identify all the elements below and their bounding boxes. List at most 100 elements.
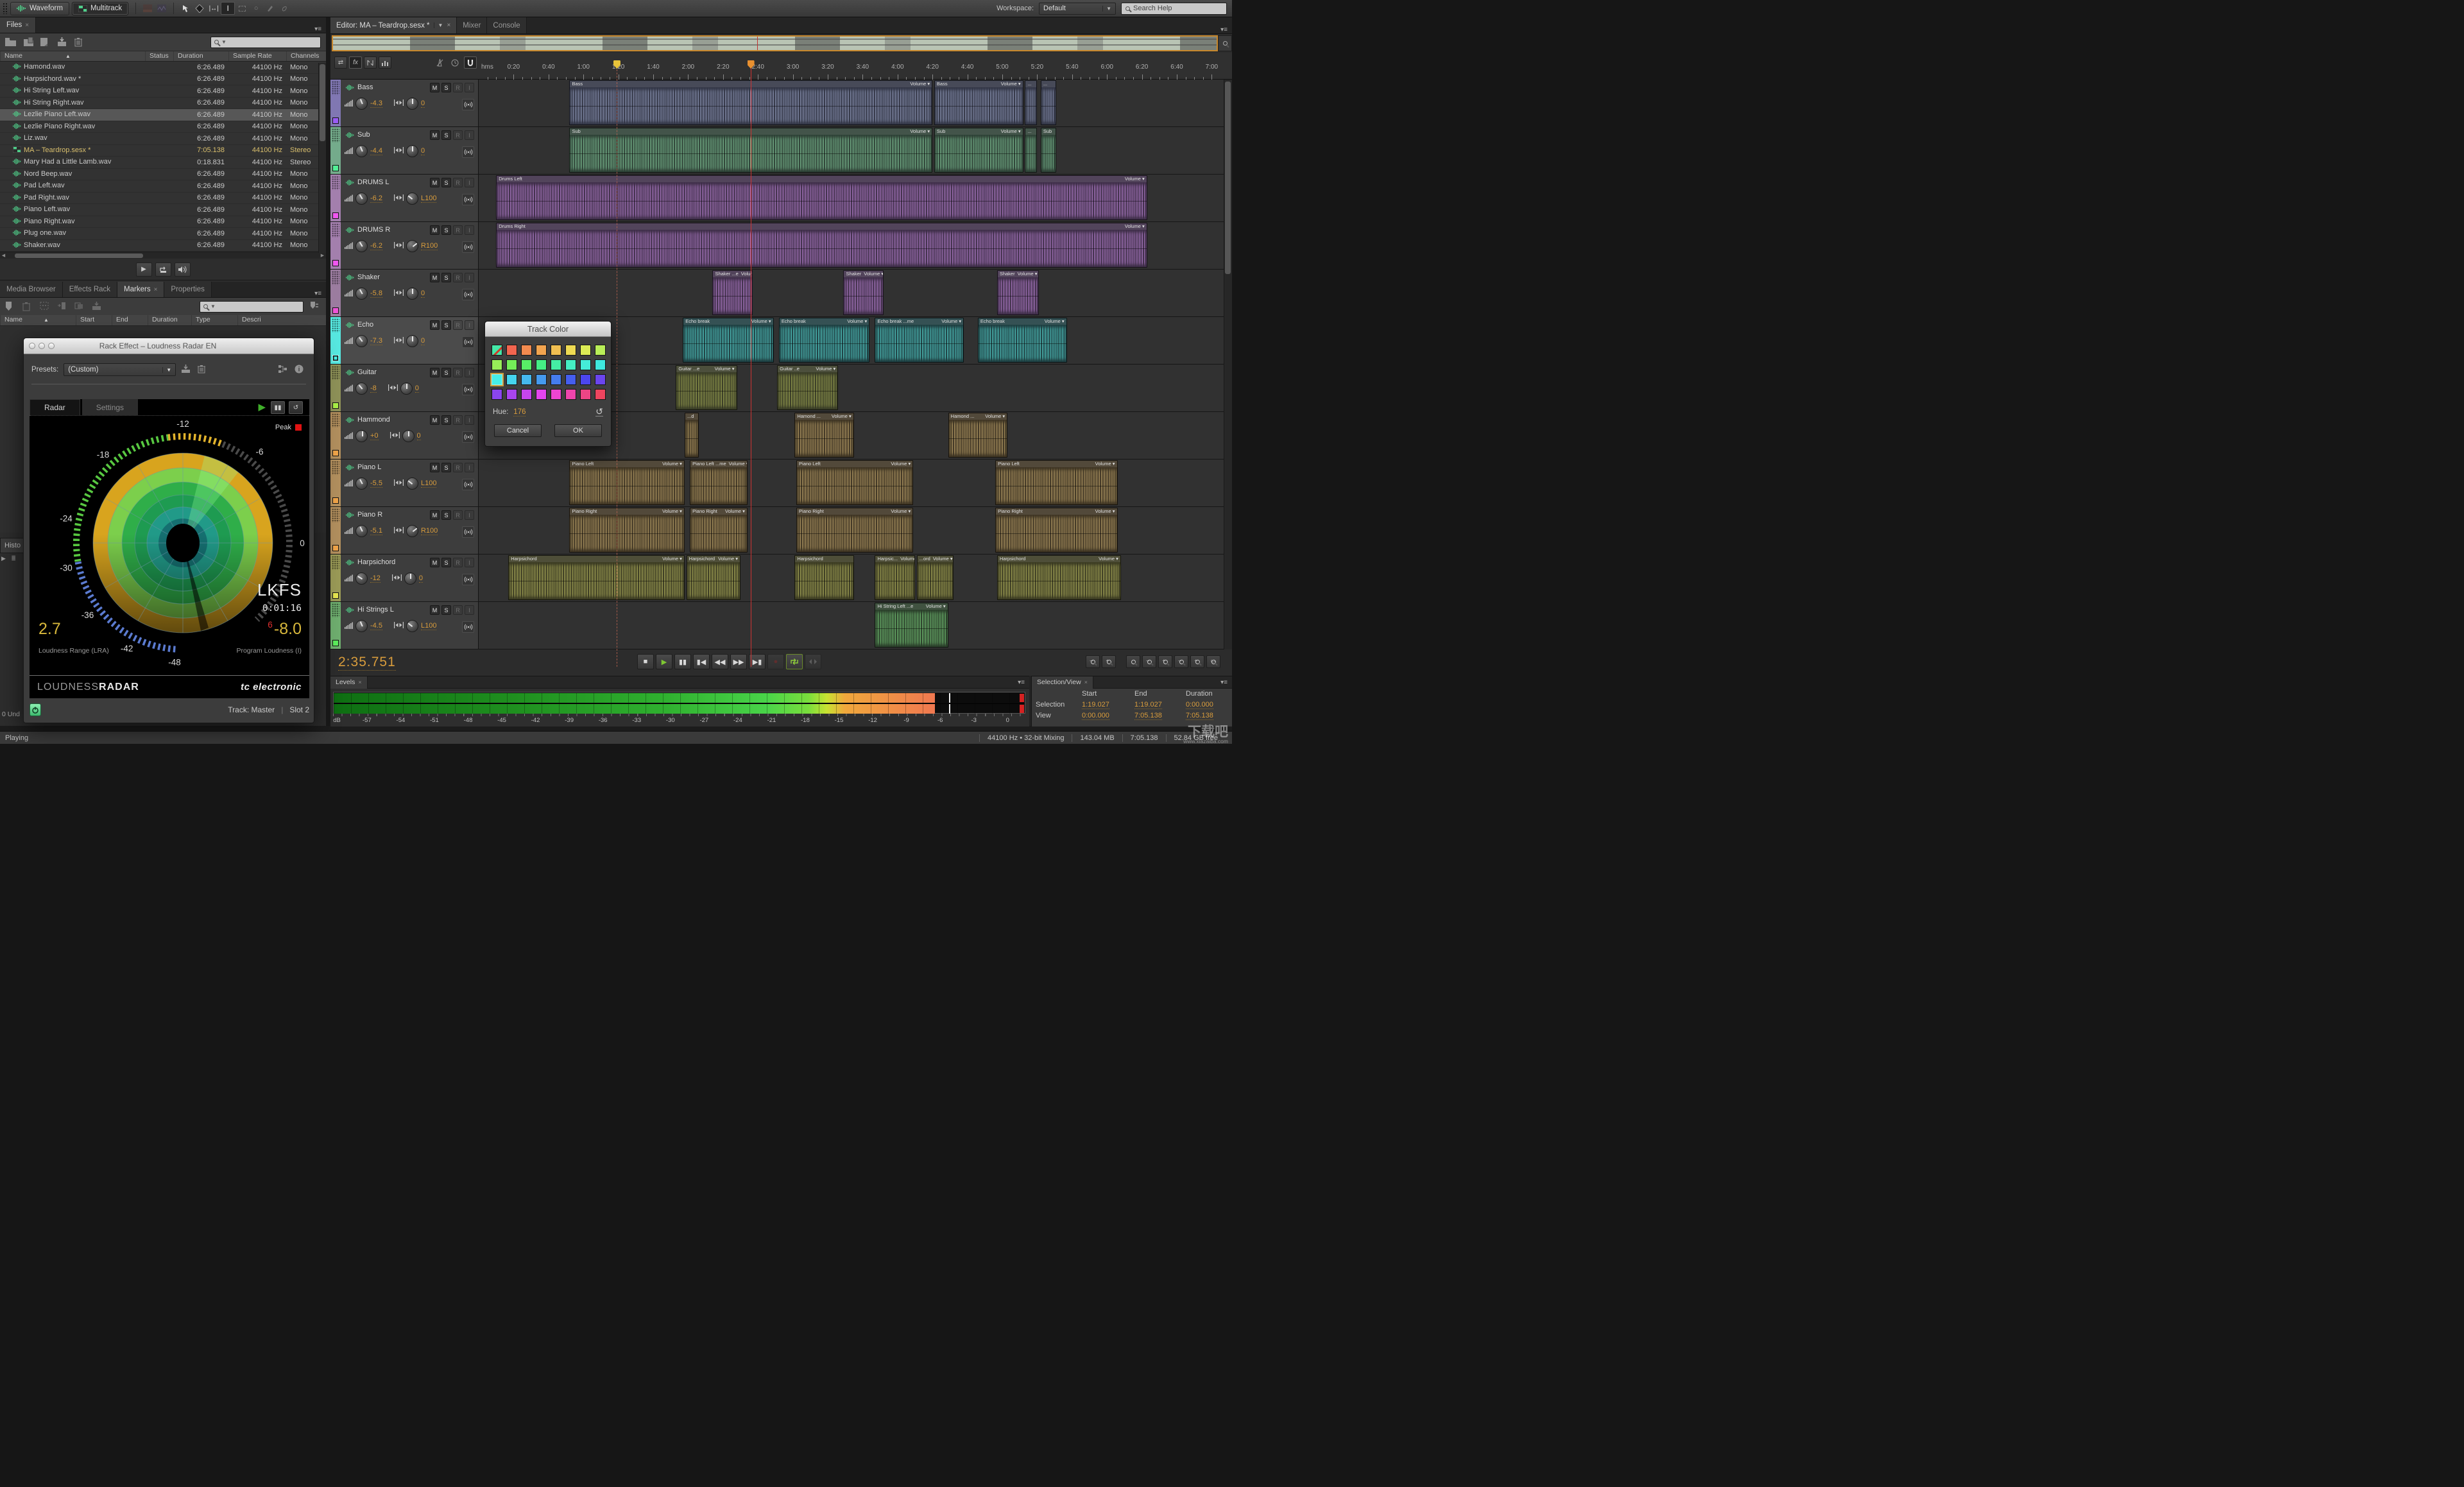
hue-reset-icon[interactable]: ↺ [595, 407, 603, 417]
rack-effect-window[interactable]: Rack Effect – Loudness Radar EN Presets:… [23, 338, 314, 723]
clip-volume-dropdown[interactable]: Volume ▾ [847, 318, 867, 325]
record-button[interactable]: ● [767, 654, 784, 669]
marquee-selection-tool-icon[interactable] [235, 2, 249, 15]
pan-value[interactable]: 0 [420, 337, 425, 345]
audio-clip[interactable]: Sub [1040, 128, 1057, 173]
mute-button[interactable]: M [430, 178, 440, 187]
multitrack-mode-button[interactable]: Multitrack [71, 1, 129, 15]
volume-knob[interactable] [355, 288, 368, 300]
view-end-value[interactable]: 7:05.138 [1134, 712, 1162, 720]
fast-forward-button[interactable]: ▶▶ [730, 654, 747, 669]
pan-value[interactable]: R100 [420, 527, 438, 535]
zoom-out-button[interactable]: – [1086, 655, 1100, 668]
audio-clip[interactable]: Hamond ... Volume ▾ [794, 413, 854, 458]
color-swatch[interactable] [580, 389, 591, 400]
color-swatch[interactable] [536, 374, 547, 385]
lasso-selection-tool-icon[interactable]: ○ [249, 2, 263, 15]
tab-settings[interactable]: Settings [81, 399, 139, 415]
zoom-in-vertical-button[interactable]: + [1190, 655, 1204, 668]
clip-volume-dropdown[interactable]: Volume ▾ [933, 556, 953, 562]
monitor-input-button[interactable]: I [465, 225, 474, 235]
tab-levels[interactable]: Levels × [330, 676, 368, 689]
zoom-in-button[interactable]: + [1102, 655, 1116, 668]
track-color-chip[interactable] [332, 402, 339, 409]
clip-volume-dropdown[interactable]: Volume ▾ [718, 556, 738, 562]
trash-icon[interactable] [74, 37, 86, 47]
file-row[interactable]: Piano Right.wav 6:26.489 44100 Hz Mono [0, 216, 326, 228]
pan-knob[interactable] [406, 98, 418, 110]
slip-tool-icon[interactable] [193, 2, 207, 15]
clip-volume-dropdown[interactable]: Volume ▾ [1045, 318, 1065, 325]
solo-button[interactable]: S [441, 178, 451, 187]
track-drag-grip[interactable] [332, 81, 339, 95]
metronome-icon[interactable] [433, 56, 446, 69]
track-color-strip[interactable] [330, 365, 341, 411]
volume-knob[interactable] [355, 620, 368, 632]
pan-knob[interactable] [406, 288, 418, 300]
mute-button[interactable]: M [430, 273, 440, 282]
pan-knob[interactable] [404, 572, 416, 585]
solo-button[interactable]: S [441, 463, 451, 472]
file-row[interactable]: Nord Beep.wav 6:26.489 44100 Hz Mono [0, 168, 326, 180]
pan-value[interactable]: 0 [415, 384, 419, 393]
arm-record-button[interactable]: R [453, 320, 463, 330]
view-start-value[interactable]: 0:00.000 [1082, 712, 1109, 720]
volume-knob[interactable] [355, 193, 368, 205]
toggle-fx-icon[interactable]: fx [349, 56, 362, 69]
file-row[interactable]: Hi String Left.wav 6:26.489 44100 Hz Mono [0, 85, 326, 98]
track-header[interactable]: Piano L M S R I -5.5 L100 [330, 460, 479, 506]
delete-marker-icon[interactable] [22, 302, 34, 312]
pan-knob[interactable] [406, 193, 418, 205]
hue-value[interactable]: 176 [513, 408, 526, 417]
metering-icon[interactable] [379, 56, 391, 69]
clip-indicator-right[interactable] [1020, 705, 1024, 713]
monitor-input-button[interactable]: I [465, 83, 474, 92]
volume-value[interactable]: -8 [370, 384, 377, 393]
pan-value[interactable]: 0 [420, 147, 425, 155]
pan-value[interactable]: R100 [420, 242, 438, 250]
track-header[interactable]: Sub M S R I -4.4 0 [330, 127, 479, 174]
export-markers-icon[interactable] [92, 301, 103, 312]
audio-clip[interactable]: Hamond ... Volume ▾ [948, 413, 1008, 458]
automation-mode-icon[interactable] [364, 56, 377, 69]
audio-clip[interactable]: Guitar ...e Volume ▾ [676, 365, 737, 410]
track-lane[interactable]: Drums Left Volume ▾ [479, 175, 1232, 221]
file-row[interactable]: Piano Left.wav 6:26.489 44100 Hz Mono [0, 204, 326, 216]
marker-selection-icon[interactable] [40, 302, 51, 312]
volume-value[interactable]: -6.2 [370, 242, 382, 250]
clip-volume-dropdown[interactable]: Volume ▾ [715, 366, 735, 372]
volume-value[interactable]: -5.1 [370, 527, 382, 535]
clip-volume-dropdown[interactable]: Volume ▾ [1095, 461, 1115, 467]
track-header[interactable]: Echo M S R I -7.3 0 [330, 317, 479, 364]
color-swatch[interactable] [492, 374, 502, 385]
time-selection-tool-icon[interactable]: I [221, 2, 235, 15]
snap-magnet-icon[interactable] [464, 56, 477, 69]
pan-value[interactable]: 0 [418, 574, 424, 583]
clip-volume-dropdown[interactable]: Volume ▾ [891, 461, 911, 467]
color-swatch[interactable] [565, 389, 576, 400]
panel-menu-icon[interactable]: ▾≡ [1216, 26, 1232, 33]
solo-button[interactable]: S [441, 605, 451, 615]
track-color-chip[interactable] [332, 117, 339, 124]
volume-knob[interactable] [355, 525, 368, 537]
tab-radar[interactable]: Radar [30, 399, 80, 415]
audio-clip[interactable]: ... [1025, 80, 1038, 125]
arm-record-button[interactable]: R [453, 368, 463, 377]
loop-playback-button[interactable] [786, 654, 803, 669]
track-color-strip[interactable] [330, 127, 341, 174]
clip-volume-dropdown[interactable]: Volume ▾ [1099, 556, 1118, 562]
audio-clip[interactable]: Harpsichord Volume ▾ [508, 555, 685, 600]
clip-volume-dropdown[interactable]: Volume ▾ [662, 508, 682, 515]
track-lane[interactable]: Bass Volume ▾ Bass Volume ▾...... [479, 80, 1232, 126]
tab-media-browser[interactable]: Media Browser [0, 282, 63, 297]
clip-volume-dropdown[interactable]: Volume ▾ [926, 603, 946, 610]
track-drag-grip[interactable] [332, 271, 339, 285]
close-icon[interactable]: × [447, 22, 450, 29]
monitor-input-button[interactable] [462, 146, 474, 158]
files-autoplay-button[interactable] [174, 262, 191, 277]
audio-clip[interactable]: Harpsichord [794, 555, 854, 600]
arm-record-button[interactable]: R [453, 83, 463, 92]
monitor-input-button[interactable] [462, 621, 474, 633]
file-row[interactable]: Harpsichord.wav * 6:26.489 44100 Hz Mono [0, 73, 326, 85]
track-header[interactable]: DRUMS R M S R I -6.2 R100 [330, 222, 479, 269]
